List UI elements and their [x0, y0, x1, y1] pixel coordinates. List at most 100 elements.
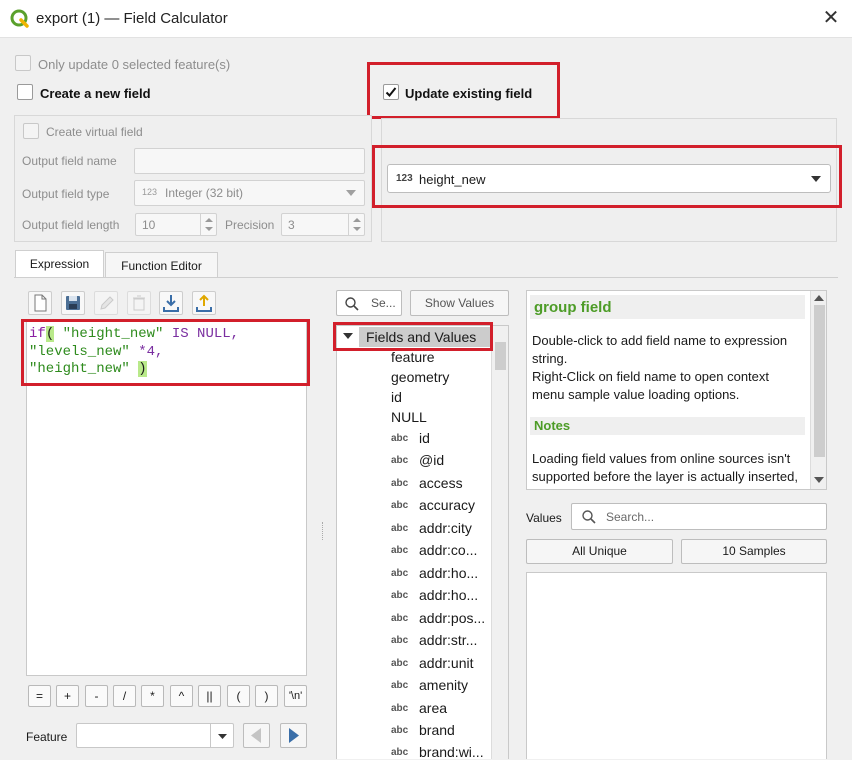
precision-spin-arrows[interactable] — [348, 214, 364, 235]
operator-close-paren-button[interactable]: ) — [255, 685, 278, 707]
existing-field-value: height_new — [419, 172, 486, 187]
field-item[interactable]: brand — [419, 722, 455, 738]
string-field-icon: abc — [391, 703, 409, 714]
field-item[interactable]: addr:unit — [419, 655, 473, 671]
scroll-down-icon[interactable] — [814, 477, 824, 484]
checkmark-icon — [385, 87, 397, 97]
create-virtual-field-checkbox[interactable] — [23, 123, 39, 139]
field-item[interactable]: addr:ho... — [419, 565, 478, 581]
operator-plus-button[interactable]: + — [56, 685, 79, 707]
ten-samples-button[interactable]: 10 Samples — [681, 539, 827, 564]
expression-open-paren: ( — [45, 326, 55, 342]
export-icon — [196, 294, 212, 312]
pencil-icon — [100, 296, 114, 310]
help-scrollbar[interactable] — [810, 291, 826, 489]
operator-concat-button[interactable]: || — [198, 685, 221, 707]
field-item[interactable]: addr:pos... — [419, 610, 485, 626]
output-field-type-combo[interactable]: 123 Integer (32 bit) — [134, 180, 365, 206]
precision-spinbox[interactable]: 3 — [281, 213, 365, 236]
output-field-length-value: 10 — [142, 218, 156, 232]
field-item[interactable]: addr:co... — [419, 542, 477, 558]
string-field-icon: abc — [391, 635, 409, 646]
output-field-name-label: Output field name — [22, 154, 117, 168]
field-item[interactable]: accuracy — [419, 497, 475, 513]
new-file-icon — [34, 294, 47, 312]
string-field-icon: abc — [391, 568, 409, 579]
length-spin-arrows[interactable] — [200, 214, 216, 235]
operator-multiply-button[interactable]: * — [141, 685, 164, 707]
tree-scroll-thumb[interactable] — [495, 342, 506, 370]
feature-combo[interactable] — [76, 723, 234, 748]
function-search-placeholder: Se... — [371, 296, 396, 310]
help-scroll-thumb[interactable] — [814, 305, 825, 457]
help-notes-line-1: Loading field values from online sources… — [532, 451, 791, 466]
values-list[interactable] — [526, 572, 827, 759]
output-field-type-label: Output field type — [22, 187, 110, 201]
import-button[interactable] — [159, 291, 183, 315]
string-field-icon: abc — [391, 747, 409, 758]
field-item[interactable]: area — [419, 700, 447, 716]
chevron-down-icon — [218, 734, 227, 739]
chevron-down-icon — [811, 176, 821, 182]
values-label: Values — [526, 511, 562, 525]
save-button[interactable] — [61, 291, 85, 315]
field-item[interactable]: @id — [419, 452, 444, 468]
tree-scrollbar[interactable] — [491, 326, 508, 759]
tree-item-geometry[interactable]: geometry — [391, 369, 449, 385]
field-item[interactable]: brand:wi... — [419, 744, 484, 760]
splitter-handle[interactable] — [322, 522, 324, 540]
tab-expression[interactable]: Expression — [15, 250, 104, 278]
window-title: export (1) — Field Calculator — [36, 10, 228, 27]
previous-feature-button[interactable] — [243, 723, 270, 748]
operator-divide-button[interactable]: / — [113, 685, 136, 707]
only-update-selected-label: Only update 0 selected feature(s) — [38, 57, 231, 72]
show-values-button[interactable]: Show Values — [410, 290, 509, 316]
field-item[interactable]: addr:str... — [419, 632, 477, 648]
scroll-up-icon[interactable] — [814, 295, 824, 302]
tree-item-feature[interactable]: feature — [391, 349, 435, 365]
tree-item-id[interactable]: id — [391, 389, 402, 405]
only-update-selected-checkbox[interactable] — [15, 55, 31, 71]
qgis-logo-icon — [10, 9, 29, 28]
export-button[interactable] — [192, 291, 216, 315]
update-existing-field-checkbox[interactable] — [383, 84, 399, 100]
all-unique-button[interactable]: All Unique — [526, 539, 673, 564]
field-item[interactable]: id — [419, 430, 430, 446]
update-existing-field-label: Update existing field — [405, 86, 533, 101]
integer-type-icon: 123 — [396, 173, 413, 184]
string-field-icon: abc — [391, 455, 409, 466]
operator-power-button[interactable]: ^ — [170, 685, 193, 707]
output-field-length-spinbox[interactable]: 10 — [135, 213, 217, 236]
tab-divider — [14, 277, 838, 278]
existing-field-combo[interactable]: 123 height_new — [387, 164, 831, 193]
tree-item-null[interactable]: NULL — [391, 409, 427, 425]
field-item[interactable]: amenity — [419, 677, 468, 693]
close-button[interactable]: ✕ — [820, 6, 842, 30]
delete-button[interactable] — [127, 291, 151, 315]
tab-function-editor[interactable]: Function Editor — [105, 252, 218, 278]
string-field-icon: abc — [391, 725, 409, 736]
expression-keyword: IS NULL, — [163, 326, 240, 342]
field-item[interactable]: addr:ho... — [419, 587, 478, 603]
expression-close-paren: ) — [138, 361, 147, 377]
expression-line-2: "levels_new" *4, — [29, 344, 163, 362]
new-file-button[interactable] — [28, 291, 52, 315]
expression-field-ref: "height_new" — [29, 361, 130, 377]
next-feature-button[interactable] — [280, 723, 307, 748]
output-field-length-label: Output field length — [22, 218, 120, 232]
string-field-icon: abc — [391, 680, 409, 691]
operator-open-paren-button[interactable]: ( — [227, 685, 250, 707]
chevron-down-icon — [346, 190, 356, 196]
fields-and-values-highlight — [333, 322, 493, 351]
create-new-field-checkbox[interactable] — [17, 84, 33, 100]
operator-newline-button[interactable]: '\n' — [284, 685, 307, 707]
field-item[interactable]: access — [419, 475, 463, 491]
output-field-name-input[interactable] — [134, 148, 365, 174]
field-item[interactable]: addr:city — [419, 520, 472, 536]
operator-equals-button[interactable]: = — [28, 685, 51, 707]
function-search-input[interactable]: Se... — [336, 290, 402, 316]
feature-dropdown-button[interactable] — [210, 724, 233, 747]
edit-button[interactable] — [94, 291, 118, 315]
operator-minus-button[interactable]: - — [85, 685, 108, 707]
values-search-input[interactable]: Search... — [571, 503, 827, 530]
